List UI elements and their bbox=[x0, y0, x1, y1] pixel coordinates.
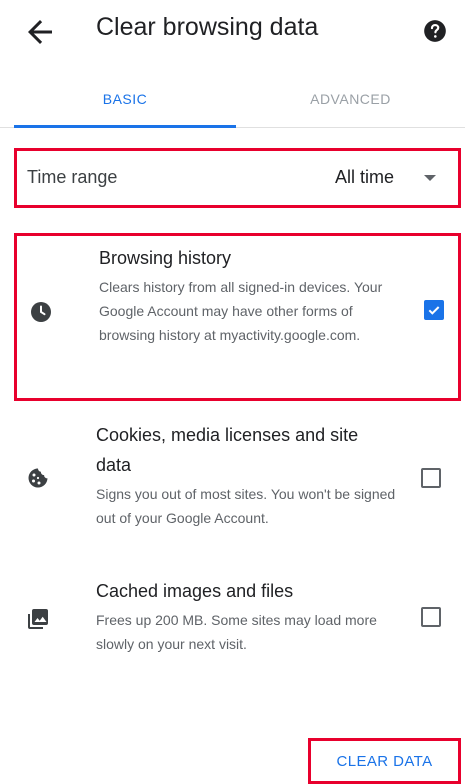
browsing-history-description: Clears history from all signed-in device… bbox=[99, 279, 383, 343]
browsing-history-title: Browsing history bbox=[99, 248, 232, 268]
images-icon bbox=[26, 607, 50, 631]
clear-data-button[interactable]: CLEAR DATA bbox=[308, 738, 461, 784]
browsing-history-checkbox[interactable] bbox=[424, 300, 444, 320]
cookies-title: Cookies, media licenses and site data bbox=[96, 425, 359, 475]
help-button[interactable] bbox=[422, 18, 448, 44]
cookies-description: Signs you out of most sites. You won't b… bbox=[96, 486, 396, 526]
app-bar: Clear browsing data bbox=[0, 0, 465, 70]
time-range-select[interactable]: Time range All time bbox=[14, 148, 461, 208]
clock-icon bbox=[29, 300, 53, 324]
cookies-checkbox[interactable] bbox=[421, 468, 441, 488]
tab-advanced[interactable]: ADVANCED bbox=[236, 70, 465, 128]
cached-images-description: Frees up 200 MB. Some sites may load mor… bbox=[96, 612, 377, 652]
back-button[interactable] bbox=[22, 14, 58, 50]
cached-images-checkbox[interactable] bbox=[421, 607, 441, 627]
cookie-icon bbox=[26, 466, 50, 490]
tab-bar: BASIC ADVANCED bbox=[0, 70, 465, 128]
time-range-value: All time bbox=[335, 167, 395, 187]
tab-indicator bbox=[14, 125, 236, 128]
tab-basic[interactable]: BASIC bbox=[14, 70, 236, 128]
browsing-history-option[interactable]: Browsing history Clears history from all… bbox=[14, 233, 461, 401]
checkmark-icon bbox=[428, 306, 440, 315]
help-circle-icon bbox=[424, 20, 446, 42]
cached-images-title: Cached images and files bbox=[96, 581, 294, 601]
dropdown-caret-icon bbox=[424, 175, 436, 181]
page-title: Clear browsing data bbox=[96, 13, 319, 41]
cached-images-option[interactable]: Cached images and files Frees up 200 MB.… bbox=[14, 574, 461, 674]
arrow-left-icon bbox=[28, 20, 52, 44]
time-range-label: Time range bbox=[27, 167, 118, 187]
cookies-option[interactable]: Cookies, media licenses and site data Si… bbox=[14, 418, 461, 548]
